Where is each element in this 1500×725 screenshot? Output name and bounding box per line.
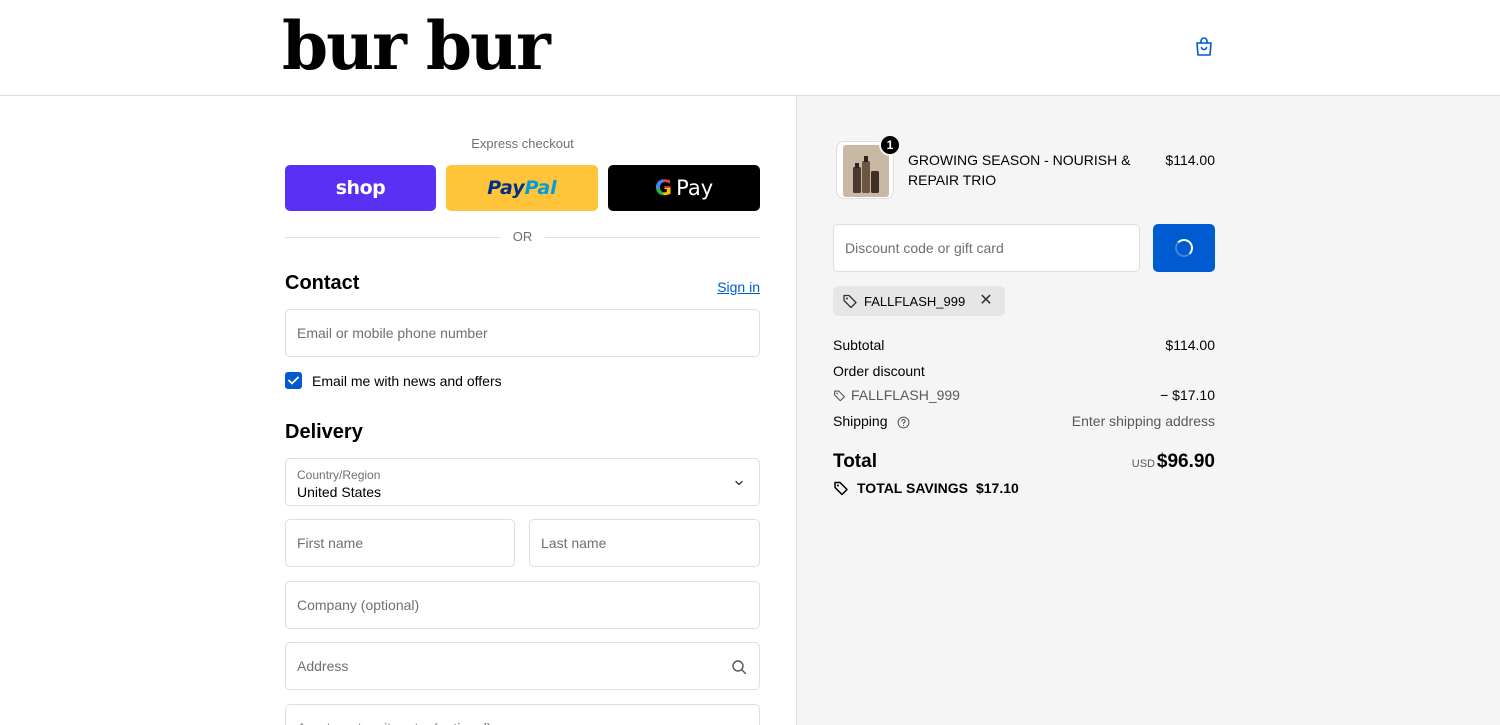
paypal-label-pal: Pal	[524, 177, 557, 199]
chevron-down-icon	[735, 480, 743, 486]
country-select-value: United States	[297, 484, 382, 500]
paypal-button[interactable]: Pay Pal	[446, 165, 598, 211]
country-select-label: Country/Region	[297, 468, 381, 482]
checkmark-icon	[288, 376, 299, 385]
company-input[interactable]	[286, 582, 759, 628]
first-name-field[interactable]	[285, 519, 515, 567]
total-savings-value: $17.10	[975, 480, 1019, 496]
site-header: bur bur	[0, 0, 1500, 96]
or-label: OR	[512, 229, 533, 244]
subtotal-label: Subtotal	[833, 337, 885, 353]
newsletter-checkbox[interactable]	[285, 372, 302, 389]
loading-spinner-icon	[1175, 239, 1193, 257]
order-discount-label: Order discount	[833, 363, 925, 379]
brand-logo[interactable]: bur bur	[282, 6, 551, 86]
email-input[interactable]	[286, 310, 759, 356]
apply-discount-button[interactable]	[1153, 224, 1215, 272]
product-price: $114.00	[1165, 152, 1215, 168]
contact-title: Contact	[285, 272, 360, 294]
last-name-field[interactable]	[529, 519, 760, 567]
order-discount-value: − $17.10	[1160, 387, 1215, 403]
apartment-input[interactable]	[286, 705, 759, 725]
total-savings-label: TOTAL SAVINGS	[857, 480, 968, 496]
email-field[interactable]	[285, 309, 760, 357]
express-checkout-label: Express checkout	[471, 136, 574, 151]
total-currency: USD	[1131, 458, 1155, 470]
subtotal-value: $114.00	[1165, 337, 1215, 353]
discount-input[interactable]	[834, 225, 1139, 271]
google-g-icon: G	[654, 176, 673, 200]
google-pay-label: Pay	[676, 176, 714, 200]
remove-discount-icon[interactable]: ✕	[979, 293, 992, 309]
shopping-bag-icon[interactable]	[1192, 35, 1216, 59]
total-savings-row: TOTAL SAVINGS $17.10	[833, 480, 1019, 496]
product-name: GROWING SEASON - NOURISH & REPAIR TRIO	[908, 152, 1131, 188]
quantity-badge: 1	[879, 134, 901, 156]
shipping-value: Enter shipping address	[1071, 413, 1215, 429]
shipping-row: Shipping	[833, 413, 910, 429]
sign-in-link[interactable]: Sign in	[690, 279, 760, 295]
order-discount-code: FALLFLASH_999	[851, 387, 960, 403]
paypal-label-pay: Pay	[487, 177, 525, 199]
shop-pay-button[interactable]: shop	[285, 165, 436, 211]
checkout-form-panel: Express checkout shop Pay Pal G Pay OR Con…	[0, 96, 797, 725]
or-divider: OR	[285, 229, 760, 245]
address-input[interactable]	[286, 643, 759, 689]
order-discount-code-row: FALLFLASH_999	[833, 387, 960, 403]
order-summary-panel	[797, 96, 1500, 725]
company-field[interactable]	[285, 581, 760, 629]
google-pay-button[interactable]: G Pay	[608, 165, 760, 211]
search-icon	[732, 660, 747, 675]
total-label: Total	[833, 451, 877, 472]
shipping-label: Shipping	[833, 413, 888, 429]
newsletter-label: Email me with news and offers	[312, 373, 502, 389]
savings-tag-icon	[834, 481, 848, 496]
applied-discount-code: FALLFLASH_999	[864, 293, 966, 309]
country-select[interactable]: Country/Region United States	[285, 458, 760, 506]
tag-icon	[843, 294, 857, 309]
tag-icon	[834, 389, 845, 401]
shop-pay-label: shop	[335, 177, 386, 199]
delivery-title: Delivery	[285, 421, 363, 443]
address-field[interactable]	[285, 642, 760, 690]
applied-discount-chip: FALLFLASH_999 ✕	[833, 286, 1005, 316]
help-icon[interactable]	[897, 416, 910, 429]
discount-field[interactable]	[833, 224, 1140, 272]
apartment-field[interactable]	[285, 704, 760, 725]
last-name-input[interactable]	[530, 520, 759, 566]
first-name-input[interactable]	[286, 520, 514, 566]
total-value: $96.90	[1156, 451, 1215, 472]
